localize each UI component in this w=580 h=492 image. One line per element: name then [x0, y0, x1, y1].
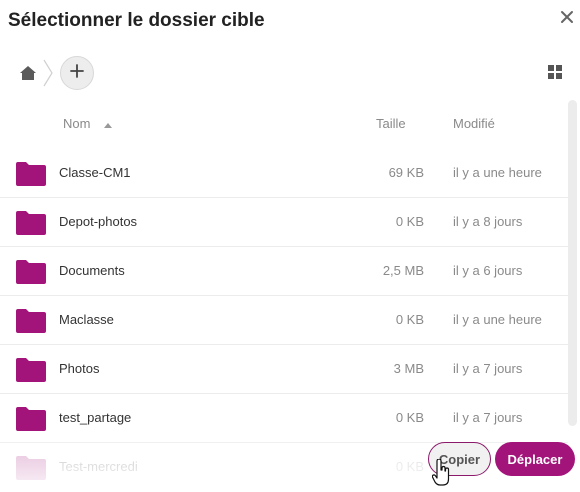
plus-icon — [70, 63, 84, 83]
column-header-name[interactable]: Nom — [63, 116, 113, 131]
file-name: Classe-CM1 — [59, 165, 131, 180]
dialog-title: Sélectionner le dossier cible — [8, 10, 265, 31]
file-row[interactable]: test_partage 0 KB il y a 7 jours — [0, 394, 568, 443]
file-modified: il y a une heure — [453, 312, 542, 327]
folder-icon — [16, 162, 46, 191]
file-modified: il y a 7 jours — [453, 410, 523, 425]
file-name: Depot-photos — [59, 214, 138, 229]
file-size: 0 KB — [395, 410, 424, 425]
file-row[interactable]: Depot-photos 0 KB il y a 8 jours — [0, 198, 568, 247]
new-folder-button[interactable] — [60, 56, 94, 90]
file-modified: il y a une heure — [453, 165, 542, 180]
file-modified: il y a 6 jours — [453, 263, 523, 278]
file-row[interactable]: Documents 2,5 MB il y a 6 jours — [0, 247, 568, 296]
file-size: 2,5 MB — [382, 263, 424, 278]
file-name: test_partage — [59, 410, 132, 425]
scrollbar[interactable] — [568, 100, 577, 426]
file-size: 3 MB — [393, 361, 424, 376]
folder-icon — [16, 309, 46, 338]
home-icon[interactable] — [14, 56, 42, 90]
column-header-modified[interactable]: Modifié — [453, 116, 495, 131]
file-list: Nom Taille Modifié Classe-CM1 69 KB il y… — [0, 104, 568, 489]
file-modified: il y a 7 jours — [453, 361, 523, 376]
file-name: Test-mercredi — [59, 459, 138, 474]
file-size: 0 KB — [395, 459, 424, 474]
breadcrumb — [14, 56, 94, 90]
hand-pointer-icon — [431, 458, 450, 487]
file-picker-dialog: Sélectionner le dossier cible Nom Taille… — [0, 0, 580, 489]
folder-icon — [16, 358, 46, 387]
folder-icon — [16, 260, 46, 289]
file-row[interactable]: Photos 3 MB il y a 7 jours — [0, 345, 568, 394]
file-name: Documents — [59, 263, 125, 278]
grid-view-icon[interactable] — [548, 65, 562, 79]
file-size: 0 KB — [395, 214, 424, 229]
close-icon[interactable] — [558, 8, 576, 26]
column-header-name-label: Nom — [63, 116, 91, 131]
folder-icon — [16, 407, 46, 436]
file-name: Photos — [59, 361, 100, 376]
breadcrumb-separator-icon — [42, 56, 54, 90]
folder-icon — [16, 211, 46, 240]
file-size: 0 KB — [395, 312, 424, 327]
file-row[interactable]: Classe-CM1 69 KB il y a une heure — [0, 149, 568, 198]
sort-ascending-icon — [104, 116, 113, 131]
folder-icon — [16, 456, 46, 485]
file-name: Maclasse — [59, 312, 114, 327]
file-rows: Classe-CM1 69 KB il y a une heure Depot-… — [0, 149, 568, 489]
column-header-size[interactable]: Taille — [376, 116, 406, 131]
file-size: 69 KB — [388, 165, 424, 180]
file-modified: il y a 8 jours — [453, 214, 523, 229]
move-button[interactable]: Déplacer — [495, 442, 575, 476]
file-row[interactable]: Maclasse 0 KB il y a une heure — [0, 296, 568, 345]
